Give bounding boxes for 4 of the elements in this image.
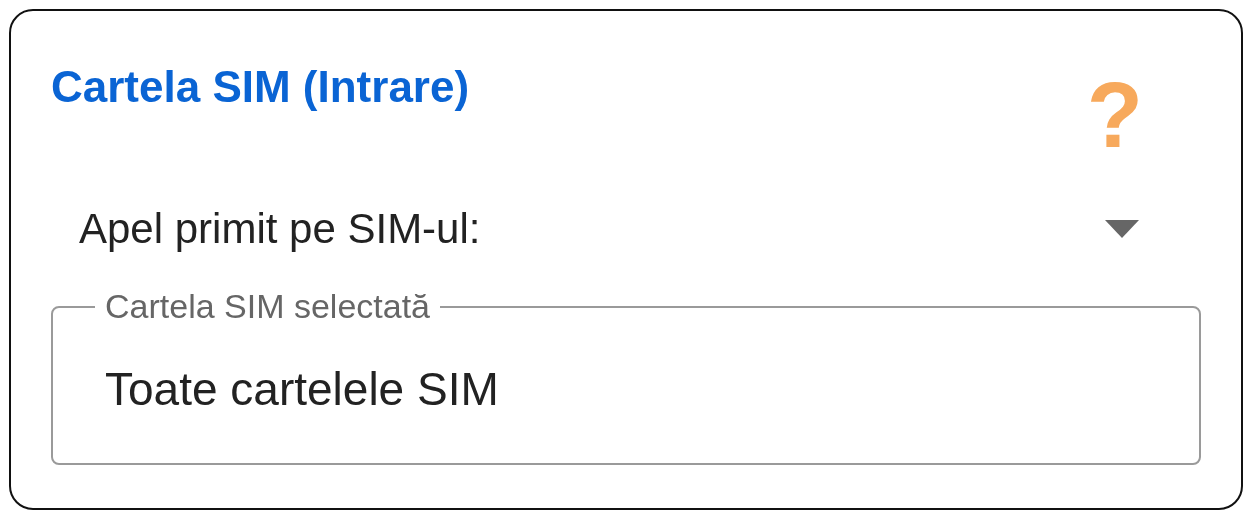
card-title: Cartela SIM (Intrare) <box>51 61 470 113</box>
sim-dropdown[interactable]: Apel primit pe SIM-ul: <box>51 197 1201 261</box>
field-value: Toate cartelele SIM <box>105 362 500 416</box>
caret-icon <box>1105 220 1139 238</box>
